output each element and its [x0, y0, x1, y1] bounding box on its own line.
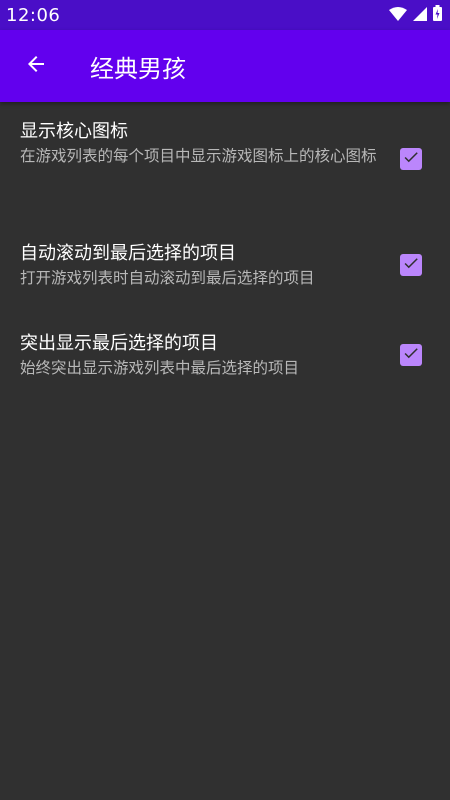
- pref-title: 突出显示最后选择的项目: [20, 333, 218, 354]
- page-title: 经典男孩: [90, 54, 186, 83]
- pref-highlight-last-selected[interactable]: 突出显示最后选择的项目 始终突出显示游戏列表中最后选择的项目: [0, 320, 450, 410]
- check-icon: [402, 148, 420, 170]
- wifi-icon: [389, 6, 407, 25]
- pref-summary: 始终突出显示游戏列表中最后选择的项目: [20, 359, 300, 377]
- pref-title: 显示核心图标: [20, 121, 128, 142]
- pref-show-core-icon[interactable]: 显示核心图标 在游戏列表的每个项目中显示游戏图标上的核心图标: [0, 120, 450, 230]
- pref-autoscroll-last-selected[interactable]: 自动滚动到最后选择的项目 打开游戏列表时自动滚动到最后选择的项目: [0, 230, 450, 320]
- pref-summary: 在游戏列表的每个项目中显示游戏图标上的核心图标: [20, 147, 377, 165]
- app-bar: 经典男孩: [0, 30, 450, 102]
- pref-title: 自动滚动到最后选择的项目: [20, 243, 236, 264]
- status-icons: [389, 5, 442, 25]
- battery-icon: [433, 5, 442, 25]
- status-time: 12:06: [6, 4, 61, 26]
- preferences-list: 显示核心图标 在游戏列表的每个项目中显示游戏图标上的核心图标 自动滚动到最后选择…: [0, 102, 450, 410]
- checkbox-highlight-last-selected[interactable]: [400, 344, 422, 366]
- signal-icon: [413, 6, 427, 25]
- checkbox-autoscroll-last-selected[interactable]: [400, 254, 422, 276]
- checkbox-show-core-icon[interactable]: [400, 148, 422, 170]
- arrow-left-icon: [24, 52, 48, 80]
- pref-summary: 打开游戏列表时自动滚动到最后选择的项目: [20, 269, 315, 287]
- check-icon: [402, 344, 420, 366]
- status-bar: 12:06: [0, 0, 450, 30]
- check-icon: [402, 254, 420, 276]
- back-button[interactable]: [22, 52, 50, 80]
